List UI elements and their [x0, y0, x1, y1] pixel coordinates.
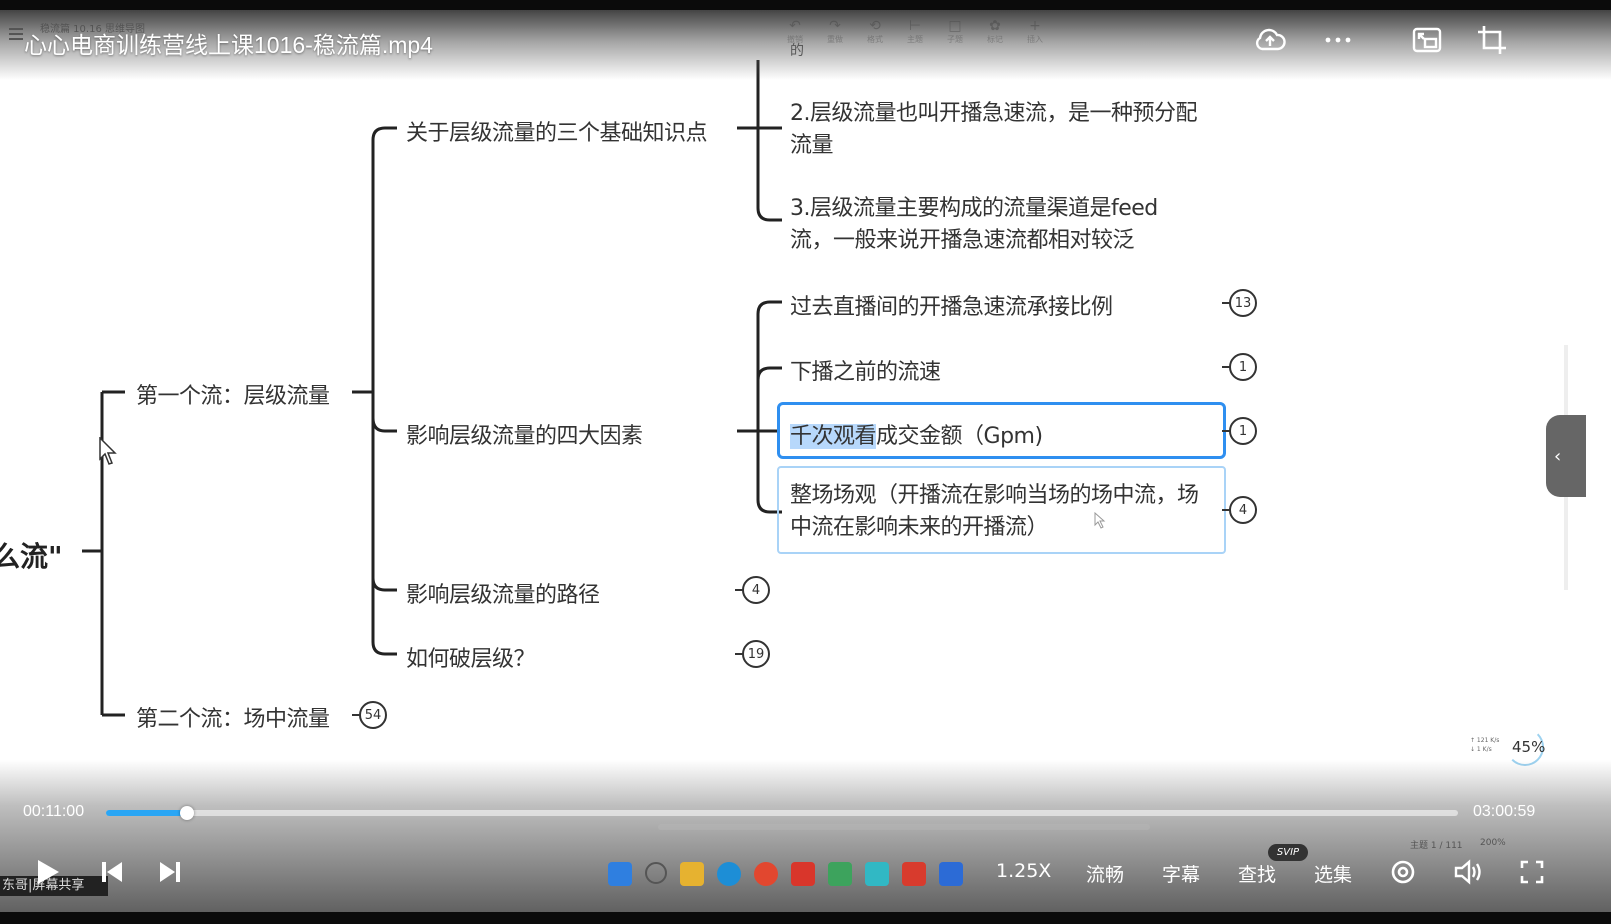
mindmap-root-node[interactable]: 么流" [0, 535, 63, 575]
subtitle-button[interactable]: 字幕 [1162, 860, 1200, 887]
mindmap-node-factor-3-rest: 成交金额（Gpm) [876, 424, 1043, 449]
collapsed-count-badge[interactable]: 1 [1222, 353, 1257, 381]
quality-button[interactable]: 流畅 [1086, 860, 1124, 887]
collapsed-count-badge[interactable]: 4 [735, 576, 770, 604]
mindmap-node-traffic-path[interactable]: 影响层级流量的路径 [406, 577, 600, 609]
mouse-cursor-icon [99, 437, 117, 465]
app-icon [902, 862, 926, 886]
play-icon[interactable] [32, 856, 64, 888]
progress-fill [106, 810, 188, 816]
collapsed-count-badge[interactable]: 19 [735, 640, 770, 668]
collapsed-count-badge[interactable]: 1 [1222, 417, 1257, 445]
mindmap-node-break-level[interactable]: 如何破层级？ [406, 641, 536, 673]
app-icon [828, 862, 852, 886]
more-dots-icon[interactable] [1318, 20, 1358, 60]
recorded-horizontal-scrollbar [658, 824, 1150, 830]
recorded-zoom-status: 200% [1480, 838, 1506, 848]
previous-icon[interactable] [97, 856, 127, 888]
menu-icon[interactable] [9, 28, 23, 40]
app-icon [939, 862, 963, 886]
search-button[interactable]: 查找 [1238, 860, 1276, 887]
net-speed-text: ↑ 121 K/s ↓ 1 K/s [1470, 737, 1500, 753]
text-selection-highlight: 千次观看 [790, 424, 877, 449]
app-icon [865, 862, 889, 886]
folder-icon [680, 862, 704, 886]
letterbox-top [0, 0, 1611, 10]
progress-bar[interactable] [106, 806, 1458, 820]
windows-start-icon [608, 862, 632, 886]
settings-icon[interactable] [1388, 856, 1418, 888]
next-icon[interactable] [155, 856, 185, 888]
collapsed-count-badge[interactable]: 4 [1222, 496, 1257, 524]
mindmap-node-factor-3[interactable]: 千次观看成交金额（Gpm) [790, 418, 1043, 450]
video-frame: 稳流篇 10.16 思维导图 ↶撤销 ↷重做 ⟲格式 ⊢主题 □子题 ✿标记 +… [0, 0, 1611, 924]
collapsed-count-badge[interactable]: 13 [1222, 289, 1257, 317]
mindmap-node-factor-2[interactable]: 下播之前的流速 [790, 354, 941, 386]
chrome-browser-icon [754, 862, 778, 886]
picture-in-picture-icon[interactable] [1407, 20, 1447, 60]
letterbox-bottom [0, 912, 1611, 924]
speed-percent: 45% [1512, 738, 1546, 756]
playback-speed-button[interactable]: 1.25X [996, 860, 1051, 882]
search-icon [645, 862, 667, 884]
fullscreen-icon[interactable] [1517, 856, 1547, 888]
faint-cursor-icon [1094, 512, 1106, 529]
video-title: 心心电商训练营线上课1016-稳流篇.mp4 [24, 32, 433, 58]
wps-icon [791, 862, 815, 886]
progress-handle[interactable] [180, 806, 195, 820]
mindmap-node-knowledge-2[interactable]: 2.层级流量也叫开播急速流，是一种预分配流量 [790, 98, 1210, 162]
cloud-upload-icon[interactable] [1250, 20, 1290, 60]
edge-browser-icon [717, 862, 741, 886]
side-panel-toggle[interactable]: ‹ [1546, 415, 1586, 497]
recorded-page-status: 主题 1 / 111 [1410, 841, 1463, 851]
recorded-taskbar [608, 862, 963, 892]
mindmap-node-factor-1[interactable]: 过去直播间的开播急速流承接比例 [790, 289, 1113, 321]
mindmap-node-factor-4[interactable]: 整场场观（开播流在影响当场的场中流，场中流在影响未来的开播流） [790, 480, 1210, 544]
mindmap-node-four-factors[interactable]: 影响层级流量的四大因素 [406, 418, 643, 450]
mindmap-node-basic-knowledge[interactable]: 关于层级流量的三个基础知识点 [406, 115, 708, 147]
crop-icon[interactable] [1472, 20, 1512, 60]
collapsed-count-badge[interactable]: 54 [352, 701, 387, 729]
mindmap-branch-in-session-traffic[interactable]: 第二个流：场中流量 [136, 701, 330, 733]
mindmap-node-knowledge-3[interactable]: 3.层级流量主要构成的流量渠道是feed流，一般来说开播急速流都相对较泛 [790, 193, 1190, 257]
current-time: 00:11:00 [23, 803, 85, 820]
total-duration: 03:00:59 [1473, 803, 1536, 820]
episodes-button[interactable]: 选集 [1314, 860, 1352, 887]
chevron-left-icon: ‹ [1554, 445, 1562, 467]
svip-badge: SVIP [1268, 844, 1308, 861]
volume-icon[interactable] [1452, 856, 1486, 888]
mindmap-branch-hierarchical-traffic[interactable]: 第一个流：层级流量 [136, 378, 330, 410]
